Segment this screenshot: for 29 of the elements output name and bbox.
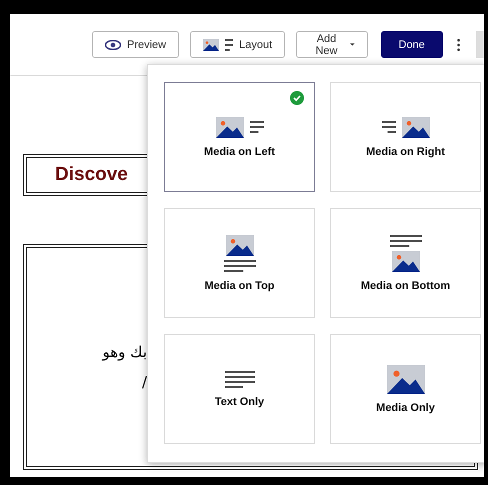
layout-option[interactable]: Media on Left (164, 82, 315, 192)
text-lines-icon (225, 38, 234, 50)
image-icon (226, 234, 254, 256)
eye-icon (105, 40, 121, 50)
body-text: / (140, 373, 147, 391)
layout-option[interactable]: Text Only (164, 334, 315, 444)
layout-option[interactable]: Media on Right (330, 82, 481, 192)
text-lines-icon (224, 260, 256, 272)
check-icon (290, 91, 304, 105)
text-lines-icon (250, 121, 264, 133)
done-button[interactable]: Done (380, 31, 443, 58)
image-icon (392, 250, 420, 272)
text-lines-icon (390, 234, 422, 246)
body-text: بك وهو (100, 343, 147, 361)
heading-text: Discove (55, 164, 128, 186)
preview-button[interactable]: Preview (92, 31, 180, 58)
image-icon (203, 38, 220, 50)
layout-option[interactable]: Media Only (330, 334, 481, 444)
caret-icon (350, 43, 354, 46)
image-icon (402, 116, 430, 138)
more-icon[interactable] (456, 36, 460, 52)
layout-option[interactable]: Media on Top (164, 208, 315, 318)
add-new-button[interactable]: Add New (296, 31, 368, 58)
layout-option[interactable]: Media on Bottom (330, 208, 481, 318)
layout-button[interactable]: Layout (190, 31, 286, 58)
image-icon (386, 364, 424, 394)
text-lines-icon (224, 370, 254, 388)
text-lines-icon (382, 121, 396, 133)
image-icon (216, 116, 244, 138)
